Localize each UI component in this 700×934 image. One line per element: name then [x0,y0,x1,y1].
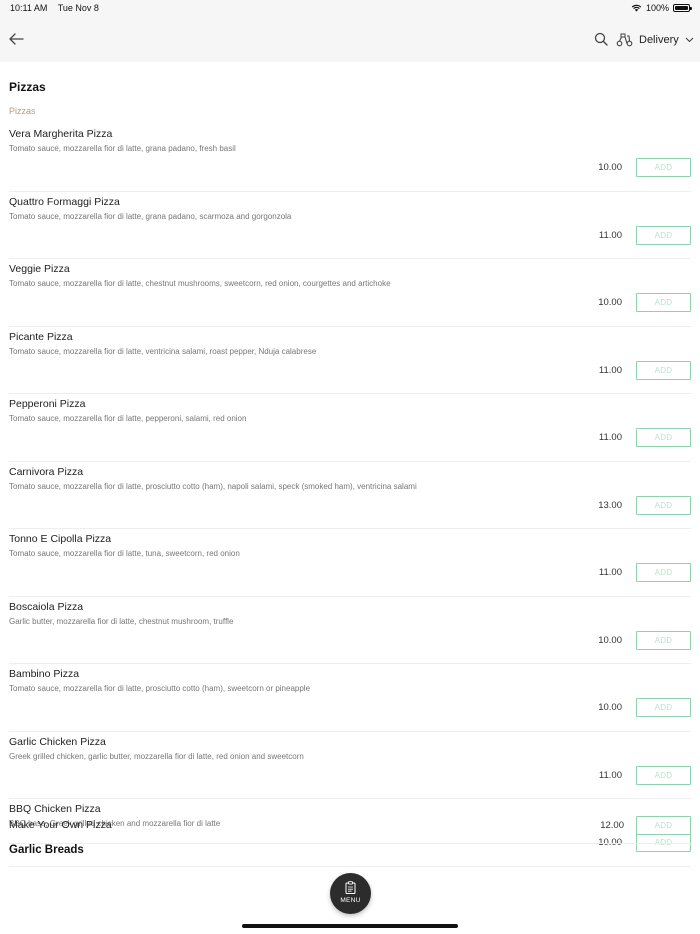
item-price: 10.00 [598,297,622,308]
menu-item-make-your-own[interactable]: Make Your Own Pizza 12.00 ADD [9,806,691,844]
add-button[interactable]: ADD [636,360,691,380]
menu-item[interactable]: Pepperoni Pizza Tomato sauce, mozzarella … [9,394,691,462]
menu-item[interactable]: Boscaiola Pizza Garlic butter, mozzarella… [9,597,691,664]
item-price: 11.00 [598,432,622,443]
item-description: Tomato sauce, mozzarella fior di latte, … [9,481,417,491]
menu-item[interactable]: Quattro Formaggi Pizza Tomato sauce, mozz… [9,192,691,259]
nav-bar: Delivery [0,17,700,62]
item-description: Tomato sauce, mozzarella fior di latte, … [9,144,236,153]
item-name: Pepperoni Pizza [9,398,86,410]
item-name: Bambino Pizza [9,668,80,680]
add-button[interactable]: ADD [636,816,691,835]
item-price: 11.00 [598,364,622,376]
arrow-left-icon [9,33,24,45]
status-time-date: 10:11 AM Tue Nov 8 [10,3,107,13]
back-button[interactable] [8,31,26,49]
item-price: 11.00 [598,567,622,578]
item-name: Boscaiola Pizza [9,600,84,613]
wifi-icon [631,4,642,12]
item-description: Garlic butter, mozzarella fior di latte,… [9,616,234,626]
item-price: 10.00 [598,634,622,646]
section-title: Pizzas [9,80,46,94]
add-button[interactable]: ADD [636,698,691,717]
item-price: 11.00 [598,769,622,781]
status-date: Tue Nov 8 [57,3,99,13]
item-description: Tomato sauce, mozzarella fior di latte, … [9,211,292,221]
add-button[interactable]: ADD [636,158,691,177]
battery-percent: 100% [645,3,669,13]
item-price: 13.00 [598,499,622,511]
item-description: Tomato sauce, mozzarella fior di latte, … [9,684,311,693]
menu-item[interactable]: Garlic Chicken Pizza Greek grilled chicke… [9,732,691,799]
menu-item[interactable]: Tonno E Cipolla Pizza Tomato sauce, mozza… [9,529,691,597]
menu-item[interactable]: Bambino Pizza Tomato sauce, mozzarella fi… [9,664,691,732]
item-price: 10.00 [598,702,622,713]
menu-item[interactable]: Carnivora Pizza Tomato sauce, mozzarella … [9,462,691,529]
menu-item[interactable]: Vera Margherita Pizza Tomato sauce, mozza… [9,124,691,192]
item-name: Make Your Own Pizza [9,819,112,831]
menu-button[interactable]: MENU [330,873,371,914]
status-bar: 10:11 AM Tue Nov 8 100% [0,0,700,17]
chevron-down-icon [685,37,694,43]
item-name: Vera Margherita Pizza [9,128,113,140]
item-name: Garlic Chicken Pizza [9,735,106,748]
menu-item[interactable]: Veggie Pizza Tomato sauce, mozzarella fio… [9,259,691,327]
delivery-label: Delivery [639,34,679,46]
add-button[interactable]: ADD [636,495,691,515]
menu-item[interactable]: Picante Pizza Tomato sauce, mozzarella fi… [9,327,691,394]
add-button[interactable]: ADD [636,563,691,582]
item-name: Tonno E Cipolla Pizza [9,533,112,545]
menu-button-label: MENU [340,897,361,904]
home-indicator [242,924,458,928]
add-button[interactable]: ADD [636,225,691,245]
item-price: 10.00 [598,162,622,173]
delivery-selector[interactable]: Delivery [616,29,694,51]
add-button[interactable]: ADD [636,293,691,312]
battery-level [675,6,688,10]
item-name: Picante Pizza [9,330,73,343]
status-time: 10:11 AM [10,3,48,13]
add-button[interactable]: ADD [636,765,691,785]
item-description: Tomato sauce, mozzarella fior di latte, … [9,549,240,558]
item-description: Greek grilled chicken, garlic butter, mo… [9,751,304,761]
status-indicators: 100% [631,3,692,13]
search-button[interactable] [594,32,608,46]
clipboard-icon [345,881,356,894]
battery-icon [673,4,692,12]
item-price: 12.00 [600,820,624,831]
section-title-garlic-breads: Garlic Breads [9,844,84,856]
search-icon [594,32,608,46]
item-price: 11.00 [598,229,622,241]
item-description: Tomato sauce, mozzarella fior di latte, … [9,414,247,423]
item-name: Veggie Pizza [9,263,70,275]
add-button[interactable]: ADD [636,630,691,650]
scooter-icon [616,33,633,47]
item-name: Quattro Formaggi Pizza [9,195,120,208]
section-subtitle: Pizzas [9,106,36,116]
add-button[interactable]: ADD [636,428,691,447]
item-description: Tomato sauce, mozzarella fior di latte, … [9,279,391,288]
item-description: Tomato sauce, mozzarella fior di latte, … [9,346,317,356]
item-name: Carnivora Pizza [9,465,84,478]
